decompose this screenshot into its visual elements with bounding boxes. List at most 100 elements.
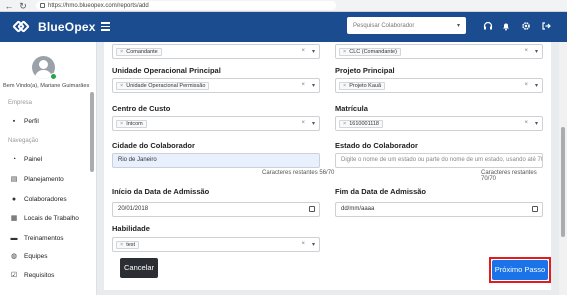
chip-label: Intcom — [126, 121, 143, 127]
section-navegacao: Navegação — [8, 138, 39, 144]
collaborator-search-select[interactable]: Pesquisar Colaborador ▾ — [347, 17, 466, 34]
chip-label: Comandante — [126, 49, 158, 55]
remove-chip-icon[interactable]: × — [343, 49, 346, 55]
selected-chip[interactable]: × Comandante — [116, 48, 162, 56]
chip-label: Unidade Operacional Permissão — [126, 83, 206, 89]
sidebar-item-label: Requisitos — [24, 272, 55, 279]
chevron-down-icon[interactable]: ▾ — [312, 120, 315, 127]
sidebar-item-painel[interactable]: ◔ Painel — [10, 156, 42, 163]
chevron-down-icon: ▾ — [456, 23, 460, 29]
habilidade-select[interactable]: × test × ▾ — [112, 237, 320, 252]
sidebar-item-treinamentos[interactable]: ▬ Treinamentos — [10, 235, 64, 242]
remove-chip-icon[interactable]: × — [343, 121, 346, 127]
chip-label: test — [126, 242, 136, 248]
sidebar-item-equipes[interactable]: ◍ Equipes — [10, 253, 48, 260]
selected-chip[interactable]: × Unidade Operacional Permissão — [116, 82, 210, 90]
remove-chip-icon[interactable]: × — [120, 83, 123, 89]
sidebar-item-label: Painel — [24, 156, 43, 163]
sidebar-item-perfil[interactable]: ▪ Perfil — [10, 118, 39, 125]
dashboard-icon: ◔ — [11, 156, 17, 163]
address-bar[interactable]: https://hmo.blueopex.com/reports/add — [36, 1, 336, 10]
clear-icon[interactable]: × — [301, 120, 305, 126]
clear-icon[interactable]: × — [524, 120, 528, 126]
cidade-input[interactable]: Rio de Janeiro — [112, 153, 320, 168]
chip-label: CLC (Comandante) — [349, 49, 397, 55]
checkbox-icon: ☑ — [10, 272, 18, 279]
chip-label: 1610001118 — [349, 121, 379, 127]
estado-counter: Caracteres restantes 70/70 — [481, 170, 537, 182]
sidebar-item-colaboradores[interactable]: ● Colaboradores — [10, 196, 67, 203]
browser-toolbar: ← ↻ https://hmo.blueopex.com/reports/add — [0, 0, 567, 12]
projeto-select[interactable]: × Projeto Kauã × ▾ — [335, 78, 543, 93]
unidade-label: Unidade Operacional Principal — [112, 66, 221, 75]
bell-icon[interactable] — [500, 21, 512, 33]
brand-name: BlueOpex — [38, 20, 96, 34]
clear-icon[interactable]: × — [301, 82, 305, 88]
sidebar-item-label: Perfil — [24, 118, 39, 125]
selected-chip[interactable]: × Projeto Kauã — [339, 82, 386, 90]
section-empresa: Empresa — [8, 100, 33, 106]
training-icon: ▬ — [10, 235, 18, 242]
fim-admissao-date[interactable]: dd/mm/aaaa — [335, 202, 543, 217]
sidebar-item-label: Treinamentos — [24, 235, 64, 242]
cidade-label: Cidade do Colaborador — [112, 141, 195, 150]
gear-icon[interactable] — [520, 21, 532, 33]
chevron-down-icon[interactable]: ▾ — [535, 120, 538, 127]
remove-chip-icon[interactable]: × — [343, 83, 346, 89]
back-arrow-icon[interactable]: ← — [4, 1, 14, 11]
estado-input[interactable]: Digite o nome de um estado ou parte do n… — [335, 153, 543, 168]
centro-custo-label: Centro de Custo — [112, 104, 171, 113]
sidebar-item-locais[interactable]: ▦ Locais de Trabalho — [10, 215, 79, 222]
top-header: BlueOpex Pesquisar Colaborador ▾ — [0, 12, 567, 42]
selected-chip[interactable]: × 1610001118 — [339, 120, 383, 128]
calendar-icon[interactable] — [532, 206, 538, 212]
sidebar-item-planejamento[interactable]: ▤ Planejamento — [10, 176, 64, 183]
selected-chip[interactable]: × Intcom — [116, 120, 147, 128]
chevron-down-icon[interactable]: ▾ — [312, 48, 315, 55]
brand-logo[interactable]: BlueOpex — [12, 20, 96, 34]
sidebar-scrollbar[interactable] — [90, 92, 94, 172]
team-icon: ◍ — [10, 253, 18, 260]
welcome-text: Bem Vindo(a), Mariane Guimarães — [3, 83, 90, 89]
calendar-icon[interactable] — [309, 206, 315, 212]
logout-icon[interactable] — [540, 21, 552, 33]
sidebar-item-requisitos[interactable]: ☑ Requisitos — [10, 272, 55, 279]
cancel-button[interactable]: Cancelar — [120, 258, 158, 278]
next-step-button[interactable]: Próximo Passo — [492, 260, 548, 280]
search-placeholder: Pesquisar Colaborador — [353, 22, 415, 29]
matricula-select[interactable]: × 1610001118 × ▾ — [335, 116, 543, 131]
menu-toggle-icon[interactable] — [101, 22, 110, 31]
page-scrollbar[interactable] — [559, 42, 567, 295]
funcao-select[interactable]: × CLC (Comandante) × ▾ — [335, 44, 543, 59]
briefcase-icon: ▪ — [12, 118, 16, 125]
page-scrollbar-thumb[interactable] — [561, 127, 565, 237]
lock-icon — [40, 3, 45, 8]
clear-icon[interactable]: × — [301, 241, 305, 247]
sidebar-item-label: Colaboradores — [24, 196, 67, 203]
clear-icon[interactable]: × — [524, 82, 528, 88]
cargo-select[interactable]: × Comandante × ▾ — [112, 44, 320, 59]
cidade-counter: Caracteres restantes 56/70 — [262, 170, 335, 176]
centro-custo-select[interactable]: × Intcom × ▾ — [112, 116, 320, 131]
remove-chip-icon[interactable]: × — [120, 242, 123, 248]
chevron-down-icon[interactable]: ▾ — [535, 48, 538, 55]
reload-icon[interactable]: ↻ — [18, 1, 28, 11]
inicio-admissao-date[interactable]: 20/01/2018 — [112, 202, 320, 217]
remove-chip-icon[interactable]: × — [120, 49, 123, 55]
logo-mark-icon — [12, 20, 30, 34]
headset-icon[interactable] — [482, 21, 494, 33]
selected-chip[interactable]: × CLC (Comandante) — [339, 48, 401, 56]
users-icon: ● — [11, 196, 17, 203]
chevron-down-icon[interactable]: ▾ — [312, 82, 315, 89]
unidade-select[interactable]: × Unidade Operacional Permissão × ▾ — [112, 78, 320, 93]
calendar-icon: ▤ — [10, 176, 18, 183]
remove-chip-icon[interactable]: × — [120, 121, 123, 127]
sidebar: Bem Vindo(a), Mariane Guimarães Empresa … — [0, 42, 97, 295]
chevron-down-icon[interactable]: ▾ — [312, 241, 315, 248]
selected-chip[interactable]: × test — [116, 241, 140, 249]
chevron-down-icon[interactable]: ▾ — [535, 82, 538, 89]
matricula-label: Matrícula — [335, 104, 368, 113]
clear-icon[interactable]: × — [524, 48, 528, 54]
clear-icon[interactable]: × — [301, 48, 305, 54]
sidebar-item-label: Equipes — [24, 253, 48, 260]
